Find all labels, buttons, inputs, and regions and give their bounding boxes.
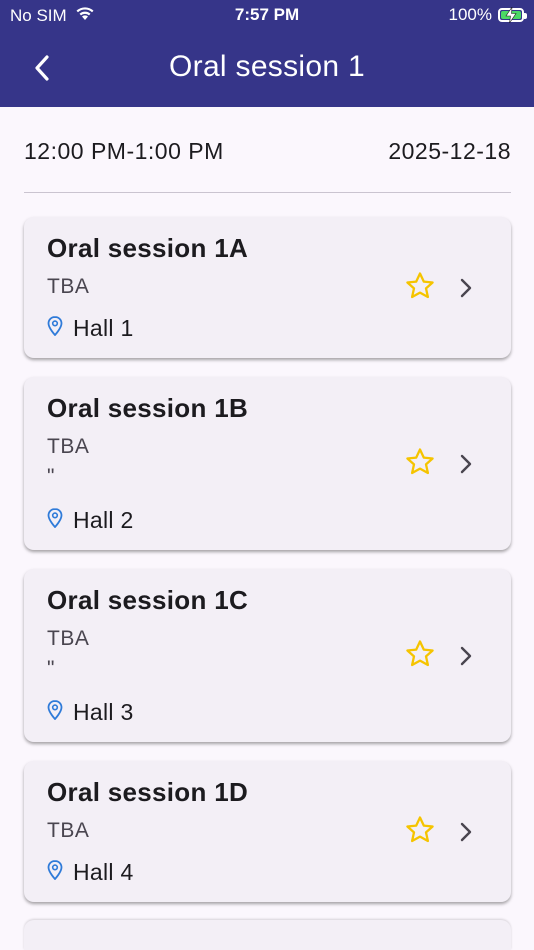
session-speaker: TBA (47, 435, 90, 458)
session-time-range: 12:00 PM-1:00 PM (24, 137, 224, 164)
chevron-right-icon (454, 644, 478, 668)
session-location: Hall 1 (47, 315, 134, 342)
session-card-partial[interactable] (24, 920, 511, 950)
star-outline-icon (405, 271, 435, 306)
session-date: 2025-12-18 (388, 137, 511, 164)
battery-percent: 100% (448, 5, 492, 24)
page-title: Oral session 1 (169, 50, 365, 83)
chevron-right-icon (454, 276, 478, 300)
session-location: Hall 3 (47, 699, 134, 726)
chevron-right-icon (454, 452, 478, 476)
session-card-1c[interactable]: Oral session 1C TBA " Hall 3 (24, 569, 511, 742)
favorite-button[interactable] (402, 270, 438, 306)
session-location: Hall 4 (47, 859, 134, 886)
status-right: 100% (448, 5, 527, 25)
session-card-1b[interactable]: Oral session 1B TBA " Hall 2 (24, 377, 511, 550)
session-speaker: TBA (47, 819, 90, 842)
star-outline-icon (405, 815, 435, 850)
session-title: Oral session 1B (47, 393, 249, 423)
favorite-button[interactable] (402, 446, 438, 482)
session-card-1a[interactable]: Oral session 1A TBA Hall 1 (24, 217, 511, 358)
session-title: Oral session 1C (47, 585, 249, 615)
session-speaker: TBA (47, 275, 90, 298)
session-extra: " (47, 465, 55, 488)
star-outline-icon (405, 639, 435, 674)
session-speaker: TBA (47, 627, 90, 650)
divider (24, 192, 511, 193)
navigation-bar: Oral session 1 (0, 40, 534, 98)
location-pin-icon (47, 507, 63, 534)
favorite-button[interactable] (402, 638, 438, 674)
session-title: Oral session 1D (47, 777, 249, 807)
session-card-1d[interactable]: Oral session 1D TBA Hall 4 (24, 761, 511, 902)
location-label: Hall 3 (73, 699, 134, 725)
session-info-row: 12:00 PM-1:00 PM 2025-12-18 (24, 135, 511, 167)
location-label: Hall 2 (73, 507, 134, 533)
favorite-button[interactable] (402, 814, 438, 850)
session-location: Hall 2 (47, 507, 134, 534)
battery-tip (524, 13, 527, 19)
session-extra: " (47, 657, 55, 680)
star-outline-icon (405, 447, 435, 482)
location-label: Hall 1 (73, 315, 134, 341)
app-header: No SIM 7:57 PM 100% Oral session 1 (0, 0, 534, 107)
battery-charging-icon (498, 7, 527, 23)
location-pin-icon (47, 859, 63, 886)
location-label: Hall 4 (73, 859, 134, 885)
location-pin-icon (47, 315, 63, 342)
chevron-right-icon (454, 820, 478, 844)
session-title: Oral session 1A (47, 233, 249, 263)
charging-bolt-icon (505, 7, 517, 23)
location-pin-icon (47, 699, 63, 726)
status-bar: No SIM 7:57 PM 100% (0, 0, 534, 30)
